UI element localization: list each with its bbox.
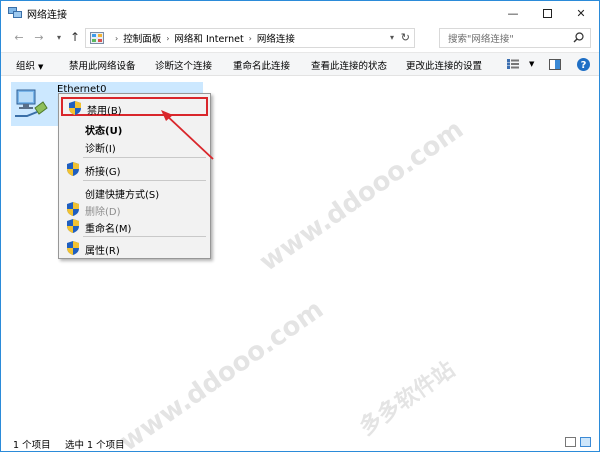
maximize-button[interactable] xyxy=(532,1,562,25)
arrow-right-icon: → xyxy=(34,30,44,44)
explorer-window: 网络连接 — ✕ ← → ▾ ↑ › 控制面板 › 网络和 Internet ›… xyxy=(0,0,600,452)
view-status-button[interactable]: 查看此连接的状态 xyxy=(311,58,387,72)
up-button[interactable]: ↑ xyxy=(67,29,83,45)
uac-shield-icon xyxy=(67,219,79,233)
uac-shield-icon xyxy=(67,162,79,176)
address-field[interactable]: › 控制面板 › 网络和 Internet › 网络连接 ▾ ↻ xyxy=(85,28,415,48)
status-bar: 1 个项目 选中 1 个项目 xyxy=(1,433,599,452)
view-switcher xyxy=(565,437,591,447)
item-count: 1 个项目 xyxy=(13,440,51,451)
menu-item-delete[interactable]: 删除(D) xyxy=(61,200,208,218)
svg-text:?: ? xyxy=(581,60,587,71)
recent-locations-button[interactable]: ▾ xyxy=(51,29,67,45)
breadcrumb-control-panel[interactable]: 控制面板 xyxy=(123,31,161,45)
menu-item-create-shortcut[interactable]: 创建快捷方式(S) xyxy=(61,183,208,201)
menu-separator xyxy=(83,236,206,237)
command-bar: 组织 ▼ 禁用此网络设备 诊断这个连接 重命名此连接 查看此连接的状态 更改此连接… xyxy=(1,52,599,76)
chevron-down-icon: ▼ xyxy=(529,60,535,68)
view-options-icon xyxy=(507,59,519,69)
selected-count: 选中 1 个项目 xyxy=(65,440,125,451)
preview-pane-button[interactable] xyxy=(549,56,561,72)
rename-connection-button[interactable]: 重命名此连接 xyxy=(233,58,290,72)
help-icon: ? xyxy=(577,57,590,71)
large-icons-view-icon[interactable] xyxy=(580,437,591,447)
menu-item-rename[interactable]: 重命名(M) xyxy=(61,217,208,235)
chevron-down-icon: ▼ xyxy=(38,63,44,71)
menu-item-properties[interactable]: 属性(R) xyxy=(61,239,208,257)
menu-item-label: 删除(D) xyxy=(85,207,121,218)
forward-button[interactable]: → xyxy=(31,29,47,45)
window-title: 网络连接 xyxy=(27,10,67,21)
uac-shield-icon xyxy=(67,202,79,216)
menu-item-label: 桥接(G) xyxy=(85,167,121,178)
control-panel-icon xyxy=(90,32,104,44)
network-adapter-icon xyxy=(15,89,48,117)
menu-separator xyxy=(83,180,206,181)
uac-shield-icon xyxy=(67,241,79,255)
preview-pane-icon xyxy=(549,58,561,70)
network-connections-icon xyxy=(8,7,22,18)
minimize-button[interactable]: — xyxy=(498,1,528,25)
chevron-right-icon: › xyxy=(166,33,170,43)
refresh-icon[interactable]: ↻ xyxy=(401,31,410,44)
close-icon: ✕ xyxy=(576,6,586,20)
search-icon[interactable] xyxy=(573,32,584,43)
help-button[interactable]: ? xyxy=(577,56,590,72)
menu-item-label: 属性(R) xyxy=(85,246,120,257)
breadcrumb-network-connections[interactable]: 网络连接 xyxy=(257,31,295,45)
breadcrumb-network-internet[interactable]: 网络和 Internet xyxy=(174,31,243,45)
chevron-down-icon: ▾ xyxy=(56,32,61,42)
title-bar: 网络连接 — ✕ xyxy=(1,1,599,25)
minimize-icon: — xyxy=(507,6,519,20)
back-button[interactable]: ← xyxy=(11,29,27,45)
menu-item-label: 重命名(M) xyxy=(85,224,132,235)
organize-menu[interactable]: 组织 ▼ xyxy=(16,58,43,72)
uac-shield-icon xyxy=(69,101,81,115)
chevron-right-icon: › xyxy=(248,33,252,43)
change-settings-button[interactable]: 更改此连接的设置 xyxy=(406,58,482,72)
close-button[interactable]: ✕ xyxy=(566,1,596,25)
search-input[interactable]: 搜索"网络连接" xyxy=(448,31,514,45)
arrow-left-icon: ← xyxy=(14,30,24,44)
address-toolbar: ← → ▾ ↑ › 控制面板 › 网络和 Internet › 网络连接 ▾ ↻… xyxy=(1,25,599,51)
organize-label: 组织 xyxy=(16,61,36,72)
disable-device-button[interactable]: 禁用此网络设备 xyxy=(69,58,136,72)
menu-item-label: 诊断(I) xyxy=(85,144,116,155)
annotation-arrow-icon xyxy=(161,110,214,160)
menu-item-label: 禁用(B) xyxy=(87,106,122,117)
menu-item-label: 创建快捷方式(S) xyxy=(85,190,160,201)
view-options-button[interactable]: ▼ xyxy=(507,56,534,72)
details-view-icon[interactable] xyxy=(565,437,576,447)
address-dropdown-icon[interactable]: ▾ xyxy=(390,33,394,42)
menu-item-label: 状态(U) xyxy=(85,126,123,137)
maximize-icon xyxy=(542,8,552,18)
search-box[interactable]: 搜索"网络连接" xyxy=(439,28,591,48)
arrow-up-icon: ↑ xyxy=(69,30,81,44)
chevron-right-icon: › xyxy=(115,33,119,43)
diagnose-connection-button[interactable]: 诊断这个连接 xyxy=(155,58,212,72)
